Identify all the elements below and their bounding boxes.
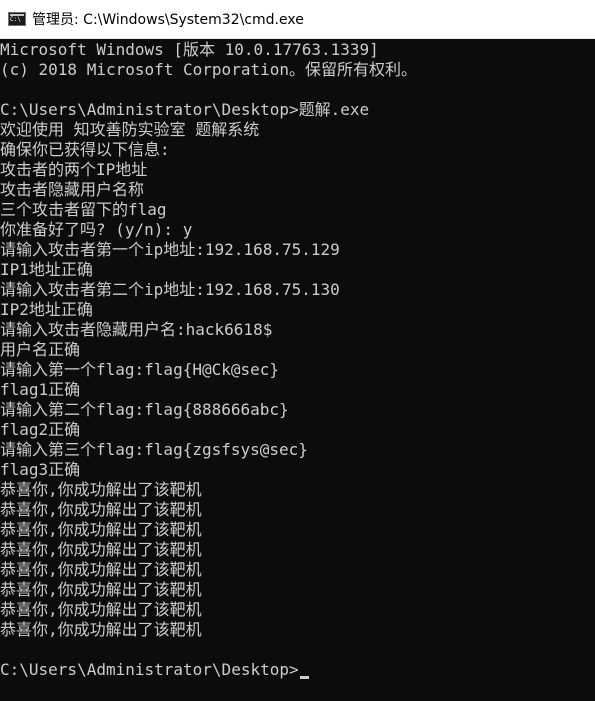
console-line: 你准备好了吗? (y/n): y [0,220,193,239]
console-line: (c) 2018 Microsoft Corporation。保留所有权利。 [0,60,417,79]
console-line: 请输入攻击者隐藏用户名:hack6618$ [0,320,273,339]
console-line: C:\Users\Administrator\Desktop>题解.exe [0,100,370,119]
console-line: 确保你已获得以下信息: [0,140,170,159]
console-line: 请输入第一个flag:flag{H@Ck@sec} [0,360,280,379]
console-line: 攻击者隐藏用户名称 [0,180,145,199]
console-output[interactable]: Microsoft Windows [版本 10.0.17763.1339] (c… [0,39,595,701]
prompt-text: C:\Users\Administrator\Desktop> [0,660,299,679]
console-line: 请输入第二个flag:flag{888666abc} [0,400,289,419]
console-line: flag1正确 [0,380,81,399]
title-bar[interactable]: 管理员: C:\Windows\System32\cmd.exe [0,0,595,39]
command-prompt[interactable]: C:\Users\Administrator\Desktop> [0,660,595,680]
cmd-window: 管理员: C:\Windows\System32\cmd.exe Microso… [0,0,595,701]
console-line: IP1地址正确 [0,260,93,279]
console-line: 三个攻击者留下的flag [0,200,167,219]
cmd-console-icon[interactable] [8,12,26,26]
console-line: IP2地址正确 [0,300,93,319]
console-line: 恭喜你,你成功解出了该靶机 [0,480,202,499]
console-line: flag2正确 [0,420,81,439]
console-line: 请输入攻击者第二个ip地址:192.168.75.130 [0,280,340,299]
console-line: 恭喜你,你成功解出了该靶机 [0,520,202,539]
console-line: 攻击者的两个IP地址 [0,160,148,179]
window-title: 管理员: C:\Windows\System32\cmd.exe [32,12,304,28]
console-line: 恭喜你,你成功解出了该靶机 [0,600,202,619]
console-line: 请输入攻击者第一个ip地址:192.168.75.129 [0,240,340,259]
text-cursor [299,676,309,679]
console-line: 欢迎使用 知攻善防实验室 题解系统 [0,120,260,139]
console-line: 恭喜你,你成功解出了该靶机 [0,580,202,599]
console-line: 恭喜你,你成功解出了该靶机 [0,540,202,559]
console-line: flag3正确 [0,460,81,479]
console-line: 恭喜你,你成功解出了该靶机 [0,500,202,519]
console-line: 用户名正确 [0,340,81,359]
console-line: Microsoft Windows [版本 10.0.17763.1339] [0,40,379,59]
console-line: 恭喜你,你成功解出了该靶机 [0,620,202,639]
console-line: 请输入第三个flag:flag{zgsfsys@sec} [0,440,308,459]
console-line: 恭喜你,你成功解出了该靶机 [0,560,202,579]
